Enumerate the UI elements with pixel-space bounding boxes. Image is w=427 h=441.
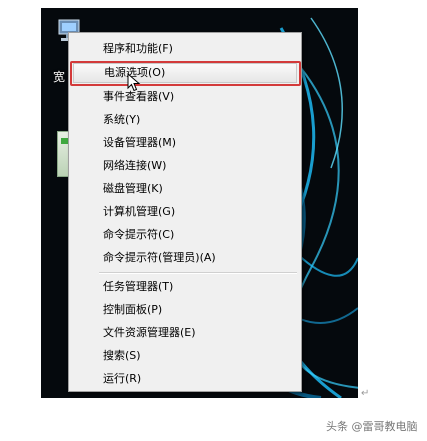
return-mark: ↵ xyxy=(361,388,370,399)
menu-item-computer-management[interactable]: 计算机管理(G) xyxy=(73,202,297,222)
menu-item-run[interactable]: 运行(R) xyxy=(73,369,297,389)
winx-context-menu: 程序和功能(F) 电源选项(O) 事件查看器(V) 系统(Y) 设备管理器(M)… xyxy=(68,32,302,392)
menu-item-network-connections[interactable]: 网络连接(W) xyxy=(73,156,297,176)
menu-item-command-prompt-admin[interactable]: 命令提示符(管理员)(A) xyxy=(73,248,297,268)
menu-item-disk-management[interactable]: 磁盘管理(K) xyxy=(73,179,297,199)
menu-item-control-panel[interactable]: 控制面板(P) xyxy=(73,300,297,320)
menu-separator xyxy=(99,272,297,274)
mouse-cursor-icon xyxy=(127,73,141,92)
menu-item-file-explorer[interactable]: 文件资源管理器(E) xyxy=(73,323,297,343)
watermark: 头条 @雷哥教电脑 xyxy=(326,420,418,433)
menu-item-task-manager[interactable]: 任务管理器(T) xyxy=(73,277,297,297)
menu-item-device-manager[interactable]: 设备管理器(M) xyxy=(73,133,297,153)
menu-item-programs-features[interactable]: 程序和功能(F) xyxy=(73,39,297,59)
annotation-highlight-box xyxy=(70,61,301,86)
menu-item-event-viewer[interactable]: 事件查看器(V) xyxy=(73,87,297,107)
desktop-icon-label: 宽 xyxy=(53,70,66,84)
menu-item-command-prompt[interactable]: 命令提示符(C) xyxy=(73,225,297,245)
menu-item-system[interactable]: 系统(Y) xyxy=(73,110,297,130)
menu-item-search[interactable]: 搜索(S) xyxy=(73,346,297,366)
